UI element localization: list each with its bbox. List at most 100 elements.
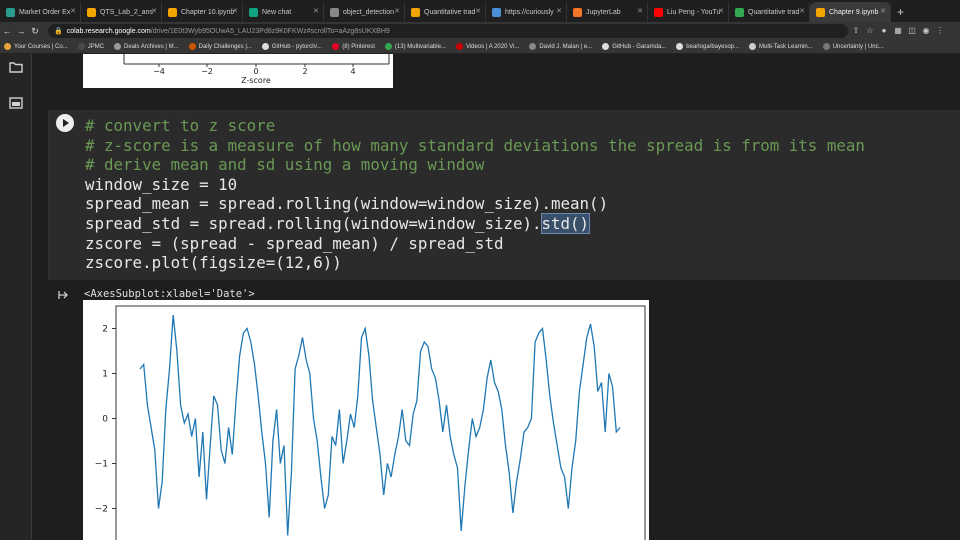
bookmark-item[interactable]: David J. Malan | e... xyxy=(529,43,592,50)
code-line: spread_std = spread.rolling(window=windo… xyxy=(85,213,542,233)
address-bar-row: ← → ↻ 🔒 colab.research.google.com /drive… xyxy=(0,22,960,40)
bookmark-favicon-icon xyxy=(261,43,269,50)
tab-favicon-icon xyxy=(411,7,420,17)
bookmark-label: (8) Pinterest xyxy=(342,43,375,50)
folder-icon[interactable] xyxy=(9,61,23,73)
tab-close-icon[interactable]: ✕ xyxy=(232,7,238,15)
code-line: zscore.plot(figsize=(12,6)) xyxy=(85,253,342,273)
bookmark-item[interactable]: Your Courses | Co... xyxy=(4,43,68,50)
lock-icon: 🔒 xyxy=(54,28,63,35)
tab-favicon-icon xyxy=(816,7,825,17)
tab-label: https://curiously xyxy=(505,8,554,16)
tab-close-icon[interactable]: ✕ xyxy=(718,7,724,15)
bookmark-label: bearloga/bayesop... xyxy=(686,43,740,50)
bookmark-item[interactable]: Videos | A 2020 Vi... xyxy=(455,43,520,50)
code-line: # derive mean and sd using a moving wind… xyxy=(85,155,485,175)
bookmark-favicon-icon xyxy=(77,43,85,50)
browser-tab[interactable]: https://curiously ✕ xyxy=(486,2,567,22)
tab-close-icon[interactable]: ✕ xyxy=(394,7,400,15)
bookmark-label: (13) Multivariable... xyxy=(394,43,446,50)
code-line: # z-score is a measure of how many stand… xyxy=(85,135,865,155)
bookmark-label: Deals Archives | M... xyxy=(124,43,179,50)
code-cell[interactable]: # convert to z score # z-score is a meas… xyxy=(48,110,960,280)
browser-tab[interactable]: QTS_Lab_2_ans ✕ xyxy=(81,2,162,22)
bookmark-label: GitHub - Garamda... xyxy=(612,43,667,50)
forward-icon[interactable]: → xyxy=(14,26,28,36)
tab-label: Chapter 10.ipynb xyxy=(181,8,235,16)
bookmark-label: Videos | A 2020 Vi... xyxy=(465,43,520,50)
tab-label: Liu Peng - YouTu xyxy=(667,8,721,16)
terminal-icon[interactable] xyxy=(9,97,23,109)
tab-close-icon[interactable]: ✕ xyxy=(799,7,805,15)
tab-favicon-icon xyxy=(87,7,96,17)
browser-tab[interactable]: Quantitative trad ✕ xyxy=(405,2,486,22)
url-input[interactable]: 🔒 colab.research.google.com /drive/1E0t3… xyxy=(48,24,848,38)
bookmark-favicon-icon xyxy=(455,43,463,50)
y-axis-tick-label: −2 xyxy=(95,505,108,515)
browser-tab[interactable]: JupyterLab ✕ xyxy=(567,2,648,22)
browser-tab[interactable]: Market Order Ex ✕ xyxy=(0,2,81,22)
puzzle-icon[interactable]: ▦ xyxy=(892,26,904,36)
bookmark-label: David J. Malan | e... xyxy=(539,43,593,50)
bookmark-item[interactable]: Uncertainty | Unc... xyxy=(822,43,884,50)
browser-tab[interactable]: Chapter 9.ipynb ✕ xyxy=(810,2,891,22)
bookmark-item[interactable]: JPMC xyxy=(77,43,104,50)
extension-icon[interactable]: ● xyxy=(878,26,890,36)
browser-tab-bar: Market Order Ex ✕ QTS_Lab_2_ans ✕ Chapter 10… xyxy=(0,0,960,22)
bookmark-item[interactable]: Daily Challenges |... xyxy=(188,43,252,50)
bookmark-item[interactable]: Deals Archives | M... xyxy=(114,43,179,50)
tab-close-icon[interactable]: ✕ xyxy=(880,7,886,15)
tab-label: New chat xyxy=(262,8,292,16)
tab-close-icon[interactable]: ✕ xyxy=(475,7,481,15)
prev-axis-label: Z-score xyxy=(241,76,271,85)
bookmark-favicon-icon xyxy=(749,43,757,50)
tab-close-icon[interactable]: ✕ xyxy=(313,7,319,15)
run-cell-button[interactable] xyxy=(56,114,74,132)
profile-icon[interactable]: ◉ xyxy=(920,26,932,36)
reload-icon[interactable]: ↻ xyxy=(28,26,42,37)
bookmark-favicon-icon xyxy=(822,43,830,50)
bookmark-item[interactable]: bearloga/bayesop... xyxy=(676,43,739,50)
bookmark-item[interactable]: GitHub - Garamda... xyxy=(602,43,666,50)
colab-sidebar xyxy=(0,54,32,540)
bookmark-favicon-icon xyxy=(114,43,122,50)
bookmark-favicon-icon xyxy=(676,43,684,50)
back-icon[interactable]: ← xyxy=(0,26,14,36)
new-tab-button[interactable]: + xyxy=(891,2,910,22)
bookmark-label: Uncertainty | Unc... xyxy=(832,43,884,50)
bookmark-favicon-icon xyxy=(4,43,11,50)
tab-close-icon[interactable]: ✕ xyxy=(637,7,643,15)
browser-tab[interactable]: Liu Peng - YouTu ✕ xyxy=(648,2,729,22)
browser-tab[interactable]: New chat ✕ xyxy=(243,2,324,22)
tab-close-icon[interactable]: ✕ xyxy=(556,7,562,15)
tab-close-icon[interactable]: ✕ xyxy=(70,7,76,15)
sidepanel-icon[interactable]: ◫ xyxy=(906,26,918,36)
menu-icon[interactable]: ⋮ xyxy=(934,26,946,36)
bookmark-favicon-icon xyxy=(529,43,537,50)
tab-close-icon[interactable]: ✕ xyxy=(151,7,157,15)
bookmark-favicon-icon xyxy=(188,43,196,50)
url-path: /drive/1E0t3Wyb95OUwA5_LAU23Pd8z9K0FKWz#… xyxy=(150,27,390,35)
bookmark-item[interactable]: GitHub - pytorch/... xyxy=(261,43,322,50)
bookmark-item[interactable]: (8) Pinterest xyxy=(332,43,375,50)
code-editor[interactable]: # convert to z score # z-score is a meas… xyxy=(85,116,865,273)
output-toggle-icon[interactable] xyxy=(58,290,70,300)
tab-favicon-icon xyxy=(168,7,177,17)
code-line: spread_mean = spread.rolling(window=wind… xyxy=(85,194,609,214)
browser-tab[interactable]: Chapter 10.ipynb ✕ xyxy=(162,2,243,22)
share-icon[interactable]: ⇧ xyxy=(850,26,862,36)
tab-favicon-icon xyxy=(249,7,258,17)
browser-tab[interactable]: object_detection ✕ xyxy=(324,2,405,22)
bookmark-item[interactable]: (13) Multivariable... xyxy=(384,43,446,50)
tab-label: JupyterLab xyxy=(586,8,621,16)
star-icon[interactable]: ☆ xyxy=(864,26,876,36)
bookmark-item[interactable]: Multi-Task Learnin... xyxy=(749,43,813,50)
y-axis-tick-label: 1 xyxy=(102,370,108,380)
prev-axis-tick-label: −4 xyxy=(153,67,165,76)
tab-label: Quantitative trad xyxy=(424,8,476,16)
bookmark-favicon-icon xyxy=(602,43,610,50)
bookmark-label: Daily Challenges |... xyxy=(198,43,252,50)
browser-tab[interactable]: Quantitative trad ✕ xyxy=(729,2,810,22)
previous-output-figure: −4 −2 0 2 4 Z-score xyxy=(83,54,393,88)
prev-axis-tick-label: 4 xyxy=(350,67,355,76)
